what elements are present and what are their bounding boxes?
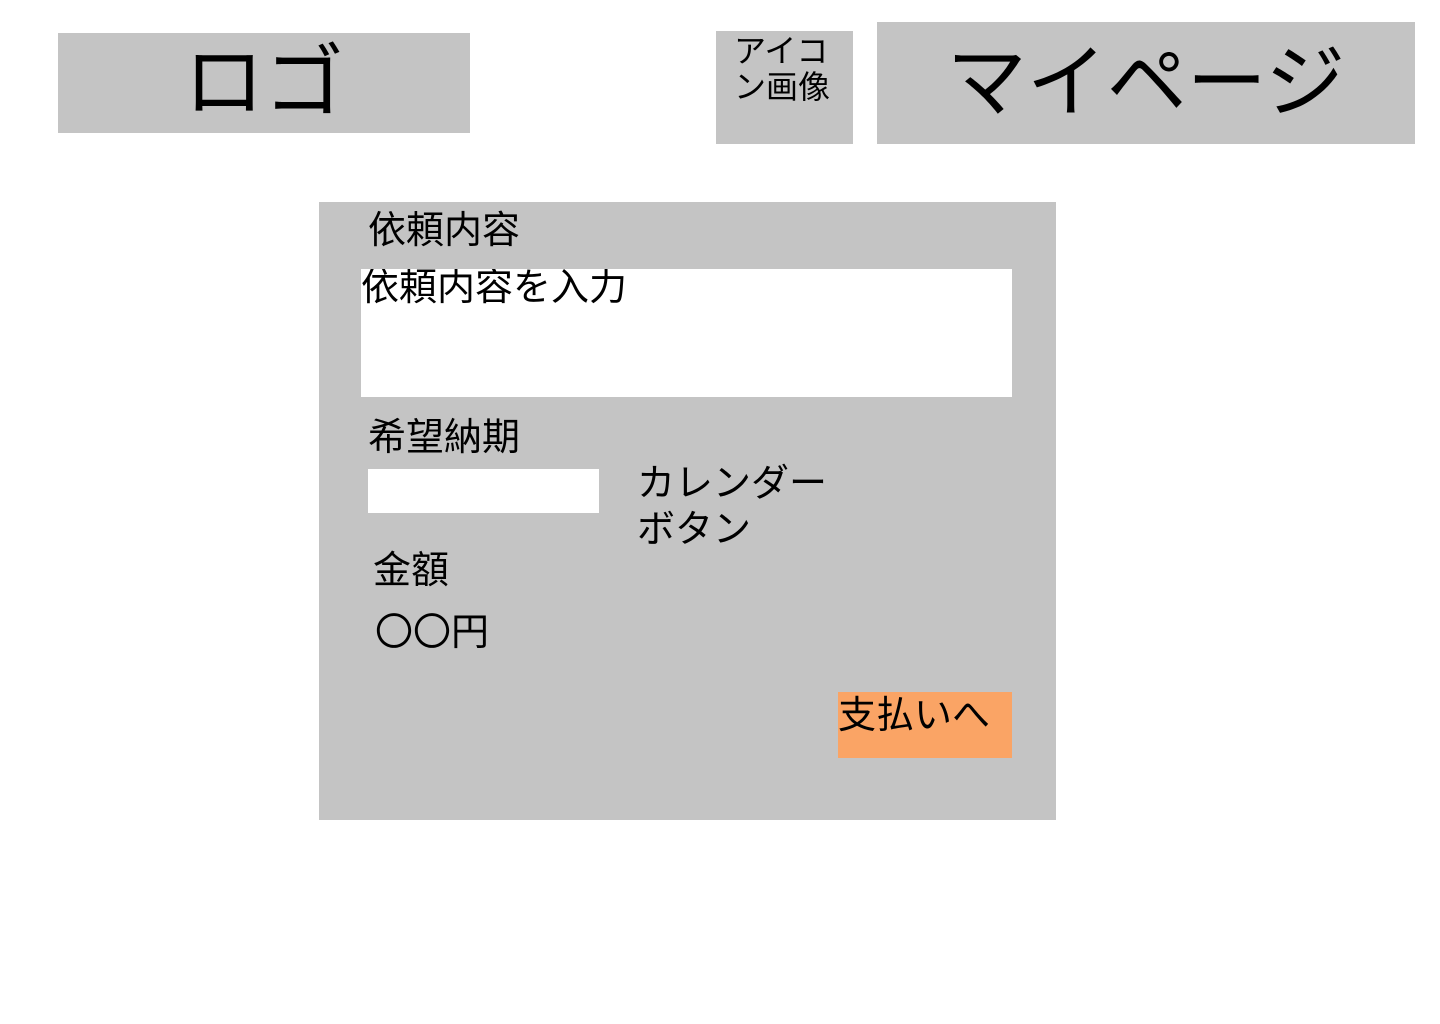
logo: ロゴ <box>58 33 470 133</box>
mypage-button[interactable]: マイページ <box>877 22 1415 144</box>
request-form-panel: 依頼内容 希望納期 カレンダーボタン 金額 〇〇円 支払いへ <box>319 202 1056 820</box>
desired-deadline-label: 希望納期 <box>368 415 521 459</box>
amount-label: 金額 <box>373 548 450 592</box>
mypage-button-label: マイページ <box>946 36 1346 129</box>
user-icon-image-label: アイコン画像 <box>734 32 831 106</box>
proceed-to-payment-button[interactable]: 支払いへ <box>838 692 1012 758</box>
logo-label: ロゴ <box>184 36 344 129</box>
desired-deadline-input[interactable] <box>368 469 599 513</box>
request-content-input[interactable] <box>361 269 1012 397</box>
request-content-label: 依頼内容 <box>368 208 521 252</box>
user-icon-image[interactable]: アイコン画像 <box>716 31 853 144</box>
amount-value: 〇〇円 <box>375 610 490 654</box>
calendar-button[interactable]: カレンダーボタン <box>637 460 857 552</box>
